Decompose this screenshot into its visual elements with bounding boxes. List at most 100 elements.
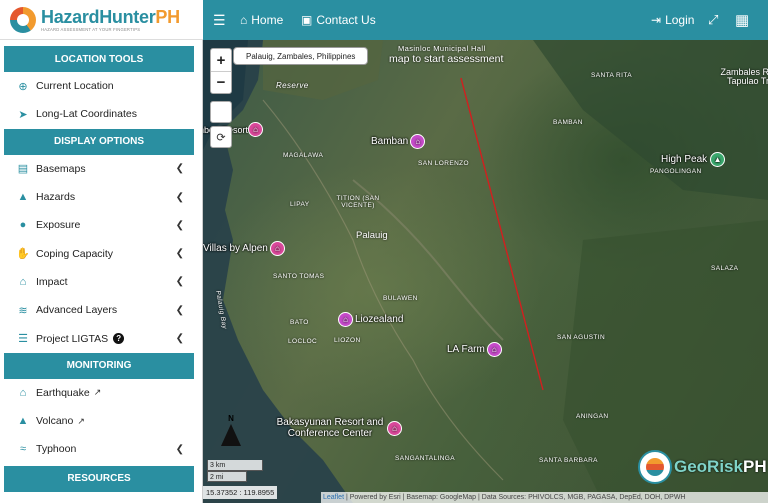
logo-title-suffix: PH (155, 6, 180, 27)
help-icon[interactable]: ? (113, 333, 125, 345)
poi-marker[interactable]: LA Farm ⌂ (447, 342, 502, 357)
zoom-out-button[interactable]: − (211, 71, 231, 93)
contact-link[interactable]: ▣ Contact Us (301, 0, 376, 40)
sidebar-item-earthquake[interactable]: ⌂ Earthquake ↗ (0, 379, 202, 407)
sidebar: LOCATION TOOLS ⊕ Current Location ➤ Long… (0, 40, 203, 503)
external-link-icon: ↗ (93, 387, 102, 398)
georisk-logo[interactable]: GeoRiskPH (638, 450, 767, 484)
poi-label: Liozealand (355, 314, 404, 325)
fullscreen-button[interactable]: ⤢ (708, 0, 718, 40)
crosshair-icon: ⊕ (18, 80, 28, 93)
chevron-left-icon: ❮ (175, 304, 184, 316)
place-label: LOCLOC (288, 338, 318, 345)
menu-toggle-button[interactable]: ☰ (213, 0, 226, 40)
poi-marker[interactable]: ⌂ Liozealand (338, 312, 403, 327)
chevron-left-icon: ❮ (175, 276, 184, 288)
sidebar-item-label: Basemaps (36, 162, 86, 175)
zoom-in-button[interactable]: + (211, 49, 231, 71)
place-label: Zambales R Tapulao Tr (720, 67, 768, 86)
sidebar-item-label: Typhoon (36, 443, 77, 456)
sidebar-item-impact[interactable]: ⌂ Impact ❮ (0, 268, 202, 296)
scale-bar: 3 km 2 mi (207, 460, 263, 482)
location-tools-header: LOCATION TOOLS (4, 46, 194, 72)
place-label: Reserve (276, 81, 309, 90)
warning-icon: ▲ (17, 191, 29, 204)
map-icon: ▤ (17, 163, 29, 176)
georisk-suffix: PH (742, 457, 767, 476)
volcano-icon: ▲ (17, 415, 29, 428)
sidebar-item-label: Exposure (36, 219, 81, 232)
place-label: SALAZA (711, 265, 739, 272)
apps-grid-button[interactable]: ▦ (735, 0, 749, 40)
north-label: N (228, 414, 234, 423)
location-arrow-icon: ➤ (18, 108, 28, 121)
place-label: BULAWEN (383, 295, 418, 302)
sidebar-item-typhoon[interactable]: ≈ Typhoon ❮ (0, 435, 202, 463)
hamburger-icon: ☰ (213, 11, 226, 28)
expand-icon: ⤢ (708, 12, 719, 27)
login-link[interactable]: ⇥ Login (651, 0, 694, 40)
place-label: LIPAY (290, 201, 310, 208)
place-label: TITION (SAN VICENTE) (336, 195, 380, 209)
poi-marker[interactable]: High Peak ▲ (661, 152, 726, 167)
mountain-pin-icon: ▲ (710, 152, 726, 167)
map-view[interactable]: Masinloc Municipal Hall Reserve MAGALAWA… (203, 40, 768, 503)
sidebar-item-coping-capacity[interactable]: ✋ Coping Capacity ❮ (0, 239, 202, 267)
sidebar-item-advanced-layers[interactable]: ≋ Advanced Layers ❮ (0, 296, 202, 324)
poi-label: Bakasyunan Resort and Conference Center (276, 417, 384, 439)
layers-icon: ≋ (18, 304, 28, 317)
poi-label: High Peak (661, 154, 708, 165)
table-icon: ☰ (18, 333, 28, 346)
poi-marker[interactable]: Bamban ⌂ (371, 134, 426, 149)
refresh-icon: ⟳ (216, 131, 226, 144)
home-link[interactable]: ⌂ Home (240, 0, 283, 40)
poi-label: Villas by Alpen (203, 243, 268, 254)
wind-icon: ≈ (19, 443, 27, 456)
place-label: SANTA RITA (591, 72, 632, 79)
sign-in-icon: ⇥ (651, 13, 662, 27)
leaflet-link[interactable]: Leaflet (323, 494, 344, 501)
map-pin-icon: ⌂ (269, 241, 285, 256)
resources-header: RESOURCES (4, 465, 194, 492)
draw-tool-button[interactable] (210, 101, 232, 123)
place-label: Palauig (356, 230, 388, 241)
attribution-text: | Powered by Esri | Basemap: GoogleMap |… (344, 494, 686, 501)
chevron-left-icon: ❮ (175, 333, 184, 345)
sidebar-item-long-lat[interactable]: ➤ Long-Lat Coordinates (0, 100, 202, 128)
sidebar-item-project-ligtas[interactable]: ☰ Project LIGTAS ? ❮ (0, 324, 202, 352)
sidebar-item-volcano[interactable]: ▲ Volcano ↗ (0, 407, 202, 435)
place-label: BAMBAN (553, 119, 583, 126)
place-label: SANGANTALINGA (395, 455, 455, 462)
chevron-left-icon: ❮ (175, 163, 184, 175)
chevron-left-icon: ❮ (175, 443, 184, 455)
contact-label: Contact Us (316, 13, 376, 27)
sidebar-item-label: Current Location (36, 80, 114, 93)
sidebar-item-label: Long-Lat Coordinates (36, 108, 137, 121)
sidebar-item-exposure[interactable]: ● Exposure ❮ (0, 211, 202, 239)
refresh-button[interactable]: ⟳ (210, 126, 232, 148)
address-card-icon: ▣ (301, 13, 313, 27)
poi-marker[interactable]: Villas by Alpen ⌂ (203, 241, 285, 256)
grid-icon: ▦ (735, 12, 750, 29)
top-navbar: HazardHunterPH HAZARD ASSESSMENT AT YOUR… (0, 0, 768, 40)
app-logo[interactable]: HazardHunterPH HAZARD ASSESSMENT AT YOUR… (0, 0, 203, 40)
place-label: MAGALAWA (283, 152, 324, 159)
zoom-controls: + − (210, 48, 232, 94)
map-pin-icon: ⌂ (338, 312, 353, 327)
search-result-tooltip[interactable]: Palauig, Zambales, Philippines (233, 47, 369, 65)
place-label: SAN LORENZO (418, 160, 469, 167)
sidebar-item-hazards[interactable]: ▲ Hazards ❮ (0, 183, 202, 211)
map-pin-icon: ⌂ (248, 122, 263, 137)
sidebar-item-current-location[interactable]: ⊕ Current Location (0, 72, 202, 100)
house-damage-icon: ⌂ (19, 275, 27, 288)
place-label: ANINGAN (576, 413, 609, 420)
chevron-left-icon: ❮ (175, 191, 184, 203)
north-arrow-icon (221, 424, 241, 446)
sidebar-item-basemaps[interactable]: ▤ Basemaps ❮ (0, 155, 202, 183)
place-label: LIOZON (334, 337, 361, 344)
scale-mi: 2 mi (207, 471, 247, 482)
logo-title: HazardHunter (41, 6, 156, 27)
place-label: Masinloc Municipal Hall (398, 44, 486, 53)
place-label: SAN AGUSTIN (557, 334, 606, 341)
poi-marker[interactable]: Bakasyunan Resort and Conference Center … (275, 417, 402, 439)
